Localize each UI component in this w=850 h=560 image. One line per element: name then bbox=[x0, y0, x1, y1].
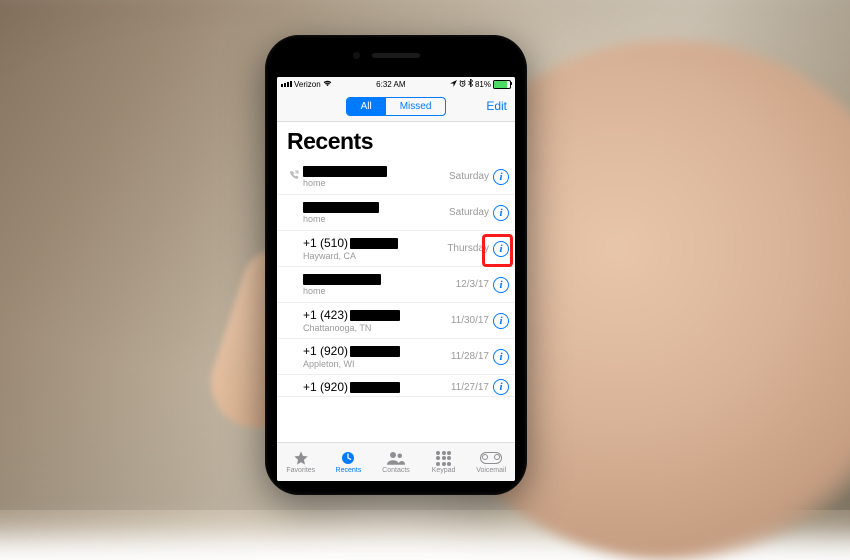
carrier-label: Verizon bbox=[294, 80, 321, 89]
recents-list[interactable]: homeSaturdayihomeSaturdayi+1 (510) Haywa… bbox=[277, 159, 515, 442]
redacted-block bbox=[350, 310, 400, 321]
info-button[interactable]: i bbox=[493, 169, 509, 185]
wifi-icon bbox=[323, 80, 332, 89]
nav-bar: All Missed Edit bbox=[277, 91, 515, 122]
signal-icon bbox=[281, 81, 292, 87]
call-date: 12/3/17 bbox=[456, 279, 489, 290]
battery-icon bbox=[493, 80, 511, 89]
call-date: 11/27/17 bbox=[451, 382, 489, 393]
bluetooth-icon bbox=[468, 79, 473, 89]
call-subtitle: home bbox=[303, 214, 449, 224]
call-text: home bbox=[303, 274, 456, 296]
tab-label: Voicemail bbox=[476, 467, 506, 474]
iphone-frame: Verizon 6:32 AM 81% All Missed Edit Rece… bbox=[265, 35, 527, 495]
call-subtitle: home bbox=[303, 178, 449, 188]
redacted-block bbox=[350, 346, 400, 357]
call-date: 11/30/17 bbox=[451, 315, 489, 326]
tab-bar: Favorites Recents Contacts Keypad Voicem… bbox=[277, 442, 515, 481]
call-name: +1 (510) bbox=[303, 236, 447, 250]
call-date: Saturday bbox=[449, 171, 489, 182]
voicemail-icon bbox=[480, 450, 502, 466]
star-icon bbox=[293, 450, 309, 466]
call-text: home bbox=[303, 166, 449, 188]
call-name: +1 (920) bbox=[303, 344, 451, 358]
call-row[interactable]: +1 (423) Chattanooga, TN11/30/17 i bbox=[277, 303, 515, 339]
call-name: +1 (920) bbox=[303, 380, 451, 394]
call-date: 11/28/17 bbox=[451, 351, 489, 362]
alarm-icon bbox=[459, 80, 466, 89]
contacts-icon bbox=[387, 450, 405, 466]
tab-recents[interactable]: Recents bbox=[325, 443, 373, 481]
redacted-block bbox=[303, 274, 381, 285]
tab-label: Keypad bbox=[432, 467, 456, 474]
info-button[interactable]: i bbox=[493, 379, 509, 395]
call-subtitle: Hayward, CA bbox=[303, 251, 447, 261]
front-camera bbox=[353, 52, 360, 59]
call-name bbox=[303, 166, 449, 177]
segment-missed[interactable]: Missed bbox=[386, 98, 446, 115]
edit-button[interactable]: Edit bbox=[486, 99, 507, 113]
clock-label: 6:32 AM bbox=[376, 80, 405, 89]
redacted-block bbox=[350, 238, 398, 249]
filter-segmented-control[interactable]: All Missed bbox=[346, 97, 447, 116]
tab-label: Contacts bbox=[382, 467, 410, 474]
call-text: +1 (920) Appleton, WI bbox=[303, 344, 451, 369]
screen: Verizon 6:32 AM 81% All Missed Edit Rece… bbox=[277, 77, 515, 481]
segment-all[interactable]: All bbox=[347, 98, 386, 115]
location-icon bbox=[450, 80, 457, 89]
tab-label: Recents bbox=[336, 467, 362, 474]
call-row[interactable]: +1 (920) Appleton, WI11/28/17 i bbox=[277, 339, 515, 375]
tab-keypad[interactable]: Keypad bbox=[420, 443, 468, 481]
call-subtitle: Appleton, WI bbox=[303, 359, 451, 369]
info-button[interactable]: i bbox=[493, 277, 509, 293]
clock-icon bbox=[340, 450, 356, 466]
redacted-block bbox=[350, 382, 400, 393]
call-name bbox=[303, 202, 449, 213]
earpiece-speaker bbox=[372, 53, 420, 58]
call-text: home bbox=[303, 202, 449, 224]
info-button[interactable]: i bbox=[493, 205, 509, 221]
outgoing-call-icon bbox=[287, 170, 301, 183]
info-button[interactable]: i bbox=[493, 241, 509, 257]
page-title: Recents bbox=[277, 122, 515, 159]
tab-voicemail[interactable]: Voicemail bbox=[467, 443, 515, 481]
call-row[interactable]: +1 (510) Hayward, CAThursday i bbox=[277, 231, 515, 267]
status-bar: Verizon 6:32 AM 81% bbox=[277, 77, 515, 91]
call-date: Saturday bbox=[449, 207, 489, 218]
call-row[interactable]: homeSaturday i bbox=[277, 195, 515, 231]
info-button[interactable]: i bbox=[493, 313, 509, 329]
battery-pct-label: 81% bbox=[475, 80, 491, 89]
call-text: +1 (510) Hayward, CA bbox=[303, 236, 447, 261]
tab-label: Favorites bbox=[286, 467, 315, 474]
call-row[interactable]: home12/3/17 i bbox=[277, 267, 515, 303]
redacted-block bbox=[303, 166, 387, 177]
call-text: +1 (920) bbox=[303, 380, 451, 394]
tab-contacts[interactable]: Contacts bbox=[372, 443, 420, 481]
redacted-block bbox=[303, 202, 379, 213]
call-row[interactable]: +1 (920) 11/27/17 i bbox=[277, 375, 515, 397]
call-name bbox=[303, 274, 456, 285]
call-text: +1 (423) Chattanooga, TN bbox=[303, 308, 451, 333]
call-date: Thursday bbox=[447, 243, 489, 254]
call-subtitle: Chattanooga, TN bbox=[303, 323, 451, 333]
tab-favorites[interactable]: Favorites bbox=[277, 443, 325, 481]
keypad-icon bbox=[436, 450, 451, 466]
call-row[interactable]: homeSaturday i bbox=[277, 159, 515, 195]
info-button[interactable]: i bbox=[493, 349, 509, 365]
call-subtitle: home bbox=[303, 286, 456, 296]
call-name: +1 (423) bbox=[303, 308, 451, 322]
